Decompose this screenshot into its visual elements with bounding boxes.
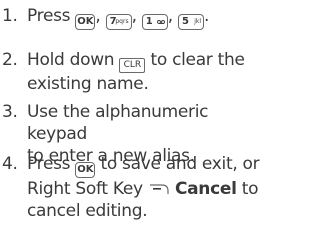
step-3-line1: Use the alphanumeric keypad	[27, 102, 209, 144]
step-4-line2-lead: Right Soft Key	[27, 179, 148, 199]
key-7-icon: 7 pqrs	[105, 14, 132, 30]
step-2-rest: to clear the	[145, 50, 245, 70]
separator: ,	[167, 6, 173, 26]
key-5-icon: 5 jkl	[178, 14, 205, 30]
step-2-line2: existing name.	[27, 74, 149, 94]
key-7-letters: pqrs	[115, 18, 129, 25]
step-1-lead: Press	[27, 6, 76, 26]
clr-key-icon: CLR	[119, 58, 146, 73]
step-1: 1. Press OK, 7 pqrs, 1, 5 jkl.	[0, 5, 277, 30]
separator: ,	[131, 6, 137, 26]
key-1-digit: 1	[145, 16, 153, 27]
step-4: 4. Press OK to save and exit, or Right So…	[0, 153, 277, 222]
step-number: 1.	[2, 6, 18, 26]
step-4-line2-rest: to	[236, 179, 259, 199]
key-1-icon: 1	[141, 14, 168, 30]
step-number: 4.	[2, 154, 18, 174]
step-text: Press OK, 7 pqrs, 1, 5 jkl.	[27, 5, 277, 30]
step-text: Hold down CLR to clear the existing name.	[27, 49, 277, 95]
step-2-lead: Hold down	[27, 50, 120, 70]
step-text: Press OK to save and exit, or Right Soft …	[27, 153, 277, 222]
step-number: 2.	[2, 50, 18, 70]
step-2: 2. Hold down CLR to clear the existing na…	[0, 49, 277, 95]
key-5-digit: 5	[182, 16, 189, 27]
key-5-letters: jkl	[194, 18, 202, 25]
step-4-line3: cancel editing.	[27, 201, 148, 221]
separator: ,	[95, 6, 101, 26]
step-4-lead: Press	[27, 154, 76, 174]
ok-key-icon: OK	[75, 14, 96, 30]
right-soft-key-icon	[149, 184, 169, 194]
voicemail-icon	[156, 20, 165, 24]
cancel-label: Cancel	[174, 179, 237, 199]
step-4-rest: to save and exit, or	[95, 154, 260, 174]
step-end: .	[204, 6, 210, 26]
ok-key-icon: OK	[75, 162, 96, 178]
